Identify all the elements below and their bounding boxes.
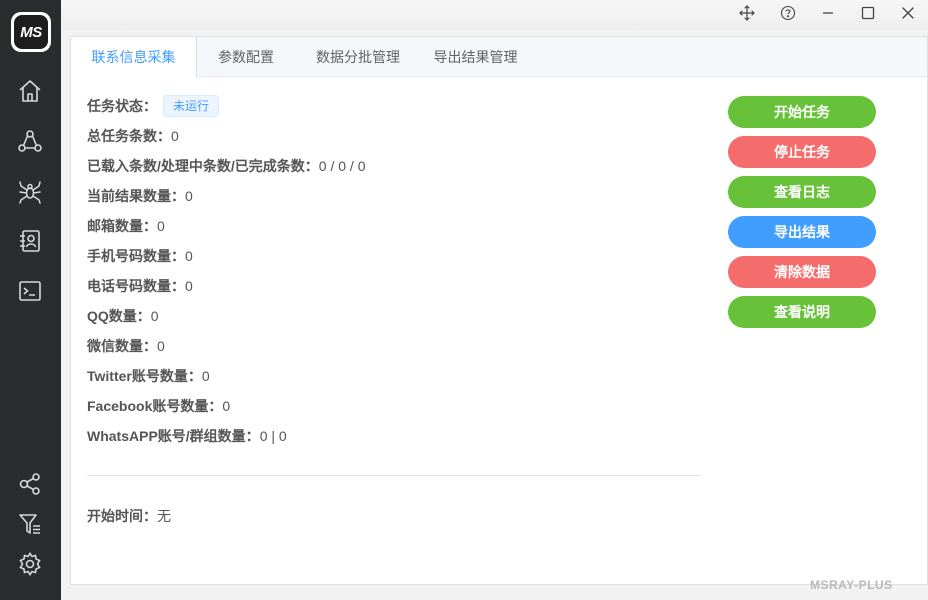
stat-row: 微信数量： 0 [87, 335, 707, 365]
stat-label: Twitter账号数量： [87, 368, 202, 384]
home-icon[interactable] [15, 76, 45, 106]
close-icon[interactable] [895, 2, 921, 24]
view-log-button[interactable]: 查看日志 [728, 176, 876, 208]
stat-label: 已载入条数/处理中条数/已完成条数： [87, 158, 319, 174]
tab-contact-collection[interactable]: 联系信息采集 [71, 37, 197, 78]
tab-export-management[interactable]: 导出结果管理 [421, 37, 531, 77]
stat-value: 0 [171, 128, 179, 144]
stop-task-button[interactable]: 停止任务 [728, 136, 876, 168]
export-results-button[interactable]: 导出结果 [728, 216, 876, 248]
title-bar [61, 0, 928, 30]
stat-value: 0 [150, 308, 159, 324]
maximize-icon[interactable] [855, 2, 881, 24]
main-panel: 联系信息采集 参数配置 数据分批管理 导出结果管理 任务状态： 未运行 总任务条… [70, 36, 928, 585]
app-logo: MS [11, 12, 51, 52]
stat-row: 总任务条数： 0 [87, 125, 707, 155]
filter-list-icon[interactable] [15, 509, 45, 539]
stat-row: Twitter账号数量： 0 [87, 365, 707, 395]
stat-value: 0 | 0 [259, 428, 287, 444]
terminal-icon[interactable] [15, 276, 45, 306]
settings-icon[interactable] [15, 549, 45, 579]
stat-label: WhatsAPP账号/群组数量： [87, 428, 260, 444]
stat-row: 当前结果数量： 0 [87, 185, 707, 215]
help-icon[interactable] [775, 2, 801, 24]
stat-value: 0 [157, 338, 165, 354]
stats-list: 任务状态： 未运行 总任务条数： 0 已载入条数/处理中条数/已完成条数： 0 / … [87, 95, 707, 455]
stat-row: 邮箱数量： 0 [87, 215, 707, 245]
divider [87, 475, 699, 476]
stat-row: WhatsAPP账号/群组数量： 0 | 0 [87, 425, 707, 455]
share-nodes-icon[interactable] [15, 469, 45, 499]
status-badge: 未运行 [163, 95, 220, 117]
stat-label: 邮箱数量： [87, 218, 157, 234]
stat-value: 0 [201, 368, 210, 384]
start-time-label: 开始时间： [87, 508, 157, 524]
stat-label: 微信数量： [87, 338, 157, 354]
start-time: 开始时间：无 [87, 505, 171, 527]
tab-parameter-config[interactable]: 参数配置 [197, 37, 296, 77]
stat-label: 电话号码数量： [87, 278, 185, 294]
stat-label: 总任务条数： [87, 128, 171, 144]
stat-value: 0 [185, 248, 193, 264]
stat-value: 0 [157, 218, 165, 234]
stat-row: QQ数量： 0 [87, 305, 707, 335]
view-instructions-button[interactable]: 查看说明 [728, 296, 876, 328]
sidebar: MS [0, 0, 61, 600]
stat-row: 电话号码数量： 0 [87, 275, 707, 305]
move-icon[interactable] [734, 2, 760, 24]
stat-value: 0 [185, 188, 193, 204]
network-icon[interactable] [15, 126, 45, 156]
stat-label: 当前结果数量： [87, 188, 185, 204]
stat-row: Facebook账号数量： 0 [87, 395, 707, 425]
stat-value: 0 [185, 278, 193, 294]
stat-label: 手机号码数量： [87, 248, 185, 264]
task-status-label: 任务状态： [87, 98, 157, 114]
stat-row: 已载入条数/处理中条数/已完成条数： 0 / 0 / 0 [87, 155, 707, 185]
minimize-icon[interactable] [815, 2, 841, 24]
spider-icon[interactable] [15, 176, 45, 206]
stat-label: Facebook账号数量： [87, 398, 223, 414]
tab-batch-management[interactable]: 数据分批管理 [296, 37, 421, 77]
start-time-value: 无 [157, 508, 171, 524]
stat-value: 0 / 0 / 0 [318, 158, 366, 174]
task-status-row: 任务状态： 未运行 [87, 95, 707, 125]
stat-row: 手机号码数量： 0 [87, 245, 707, 275]
stat-value: 0 [222, 398, 231, 414]
action-buttons: 开始任务 停止任务 查看日志 导出结果 清除数据 查看说明 [728, 96, 876, 336]
tab-bar: 联系信息采集 参数配置 数据分批管理 导出结果管理 [71, 37, 927, 78]
contacts-icon[interactable] [15, 226, 45, 256]
clear-data-button[interactable]: 清除数据 [728, 256, 876, 288]
start-task-button[interactable]: 开始任务 [728, 96, 876, 128]
stat-label: QQ数量： [87, 308, 151, 324]
logo-text: MS [14, 15, 48, 49]
watermark: MSRAY-PLUS [810, 578, 893, 592]
